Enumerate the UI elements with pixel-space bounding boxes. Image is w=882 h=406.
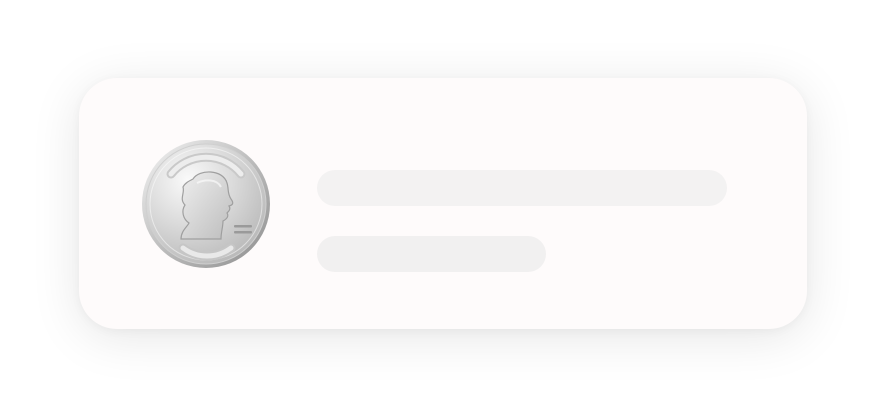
loading-card (79, 78, 807, 329)
coin-icon (141, 139, 271, 269)
skeleton-title-line (317, 170, 727, 206)
skeleton-subtitle-line (317, 236, 546, 272)
stage (0, 0, 882, 406)
